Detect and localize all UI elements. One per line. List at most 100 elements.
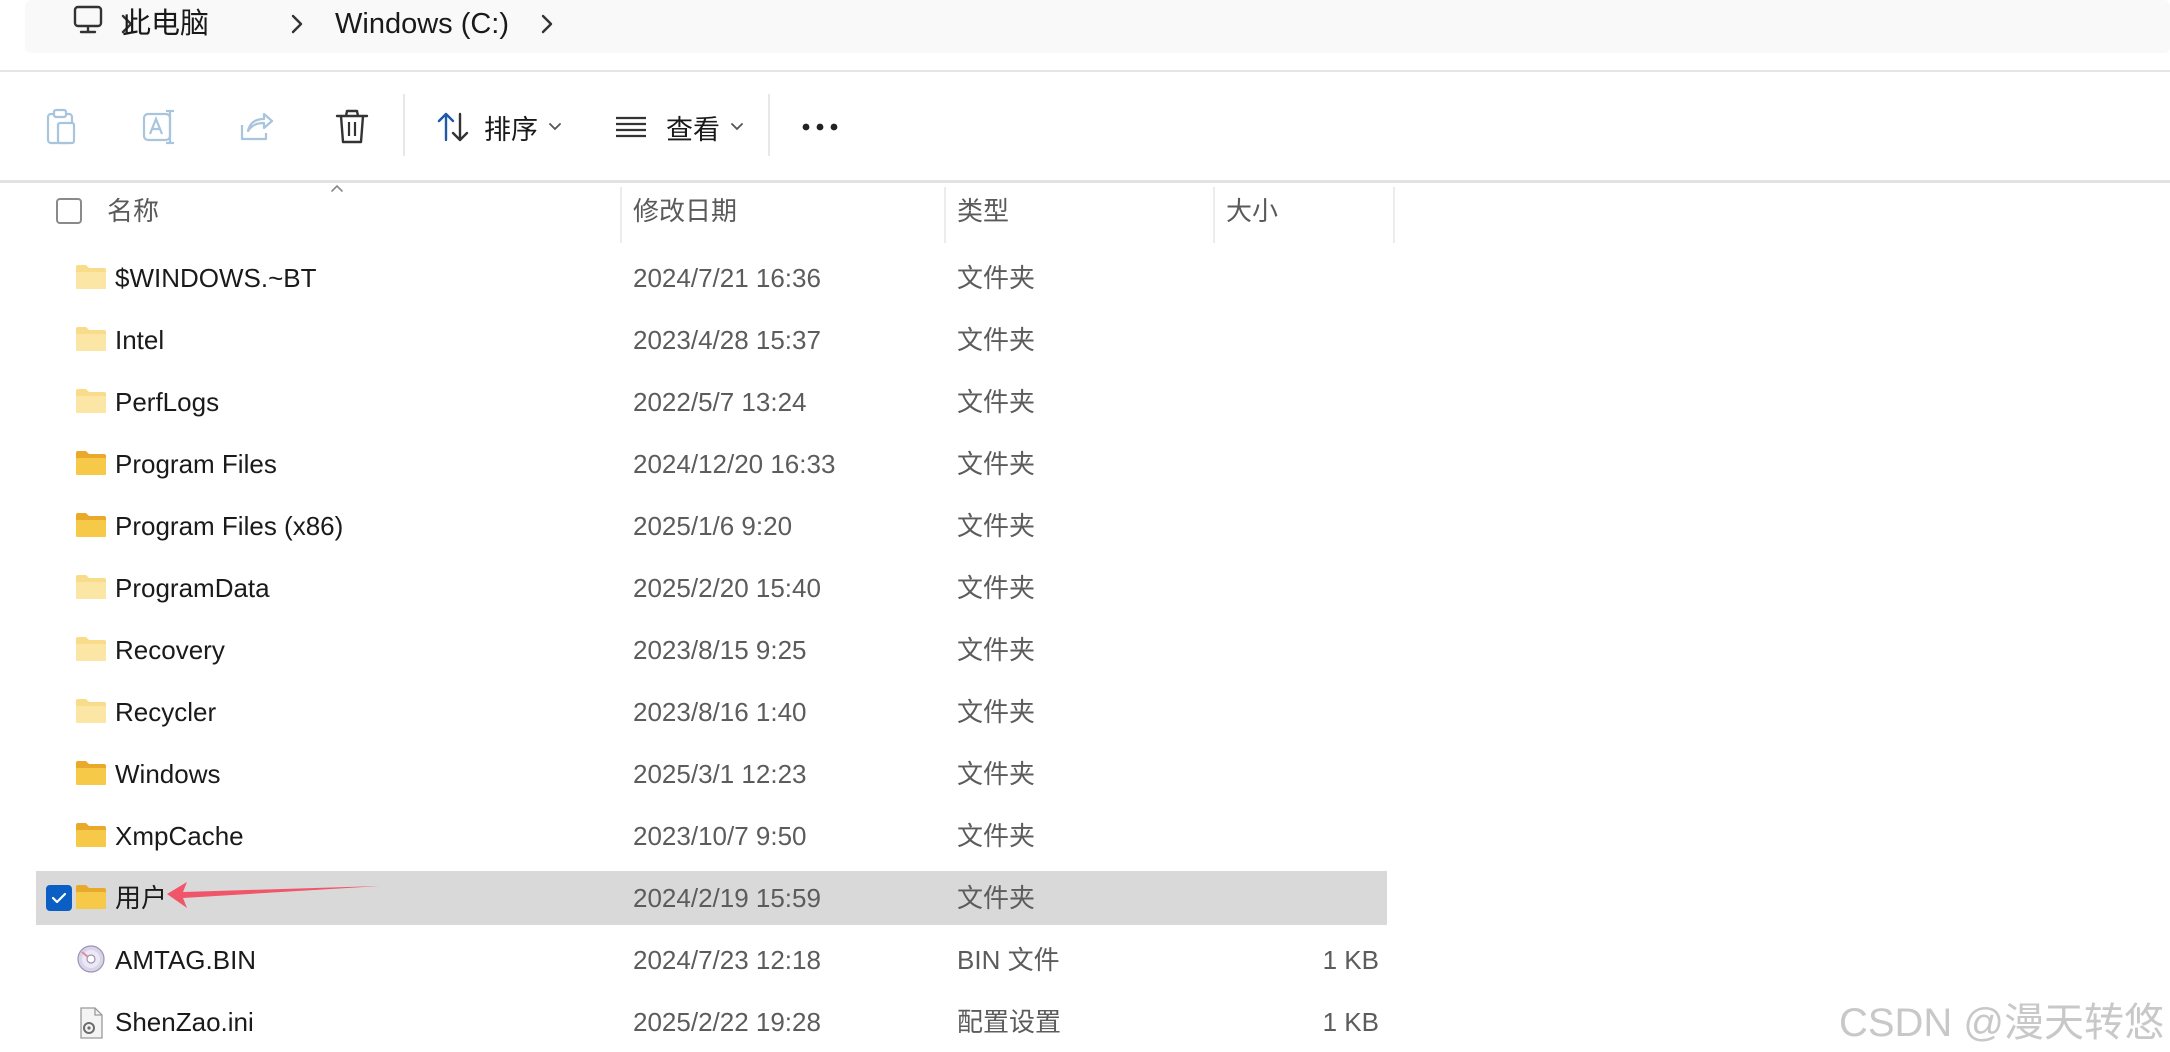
computer-icon[interactable] [70,3,110,39]
file-row[interactable]: Windows 2025/3/1 12:23 文件夹 [36,747,1387,801]
folder-pale-icon [75,387,107,415]
column-header-row: 名称 修改日期 类型 大小 [0,183,2170,243]
file-modified: 2023/10/7 9:50 [633,821,807,851]
view-button[interactable]: 查看 [614,102,744,152]
file-name: Recycler [115,697,217,727]
file-type: 文件夹 [957,573,1036,603]
breadcrumb-item-this-pc[interactable]: 此电脑 [122,4,209,44]
file-row[interactable]: Intel 2023/4/28 15:37 文件夹 [36,313,1387,367]
file-name: XmpCache [115,821,244,851]
file-modified: 2024/2/19 15:59 [633,883,821,913]
file-name: Program Files (x86) [115,511,344,541]
file-type: 文件夹 [957,759,1036,789]
column-header-name[interactable]: 名称 [107,183,159,239]
sort-ascending-icon [331,184,343,192]
column-resize-handle[interactable] [944,187,946,243]
file-row[interactable]: ShenZao.ini 2025/2/22 19:28 配置设置 1 KB [36,995,1387,1049]
trash-icon [335,109,369,144]
file-modified: 2024/12/20 16:33 [633,449,836,479]
chevron-right-icon[interactable] [533,10,561,38]
file-explorer-window: 此电脑 Windows (C:) 排序 查看 名称 修改日期 类型 大小 $WI… [0,0,2170,1052]
watermark: CSDN @漫天转悠 [1838,1001,2164,1045]
file-name: Program Files [115,449,277,479]
folder-icon [75,883,107,911]
file-modified: 2025/3/1 12:23 [633,759,807,789]
file-type: 文件夹 [957,387,1036,417]
file-type: BIN 文件 [957,945,1060,975]
command-bar: 排序 查看 [0,72,2170,180]
breadcrumb[interactable]: 此电脑 Windows (C:) [25,0,2170,53]
file-modified: 2023/8/15 9:25 [633,635,807,665]
file-modified: 2023/8/16 1:40 [633,697,807,727]
folder-pale-icon [75,697,107,725]
copy-button[interactable] [44,102,80,152]
delete-button[interactable] [334,102,370,152]
share-icon [240,112,274,141]
file-row[interactable]: PerfLogs 2022/5/7 13:24 文件夹 [36,375,1387,429]
file-row[interactable]: ProgramData 2025/2/20 15:40 文件夹 [36,561,1387,615]
settings-file-icon [75,1007,107,1039]
file-name: Windows [115,759,221,789]
file-type: 文件夹 [957,325,1036,355]
file-modified: 2024/7/23 12:18 [633,945,821,975]
chevron-right-icon[interactable] [283,10,311,38]
file-name: $WINDOWS.~BT [115,263,317,293]
row-checkbox-checked[interactable] [46,885,72,911]
file-modified: 2023/4/28 15:37 [633,325,821,355]
file-type: 文件夹 [957,449,1036,479]
view-list-icon [616,116,646,138]
view-label: 查看 [666,114,720,145]
file-size: 1 KB [1322,945,1379,975]
folder-icon [75,759,107,787]
column-header-type[interactable]: 类型 [957,183,1009,239]
file-modified: 2025/1/6 9:20 [633,511,793,541]
file-modified: 2022/5/7 13:24 [633,387,807,417]
column-resize-handle[interactable] [1393,187,1395,243]
file-type: 文件夹 [957,697,1036,727]
file-row[interactable]: XmpCache 2023/10/7 9:50 文件夹 [36,809,1387,863]
more-icon [802,123,838,131]
file-name: Recovery [115,635,225,665]
rename-button[interactable] [140,102,180,152]
folder-icon [75,449,107,477]
file-type: 配置设置 [957,1007,1062,1037]
more-options-button[interactable] [800,102,840,152]
file-row[interactable]: $WINDOWS.~BT 2024/7/21 16:36 文件夹 [36,251,1387,305]
toolbar-divider [768,94,770,156]
file-type: 文件夹 [957,263,1036,293]
file-name: AMTAG.BIN [115,945,257,975]
folder-pale-icon [75,635,107,663]
file-row[interactable]: Recovery 2023/8/15 9:25 文件夹 [36,623,1387,677]
chevron-down-icon [549,123,561,131]
folder-pale-icon [75,325,107,353]
column-header-size[interactable]: 大小 [1226,183,1278,239]
column-header-modified[interactable]: 修改日期 [633,183,737,239]
file-name: ShenZao.ini [115,1007,254,1037]
file-name: Intel [115,325,165,355]
breadcrumb-item-drive-c[interactable]: Windows (C:) [335,4,509,44]
annotation-arrow [167,882,380,908]
sort-label: 排序 [484,114,538,145]
share-button[interactable] [236,102,276,152]
file-type: 文件夹 [957,821,1036,851]
file-name: ProgramData [115,573,270,603]
column-resize-handle[interactable] [620,187,622,243]
select-all-checkbox[interactable] [56,198,82,224]
file-row[interactable]: AMTAG.BIN 2024/7/23 12:18 BIN 文件 1 KB [36,933,1387,987]
file-modified: 2024/7/21 16:36 [633,263,821,293]
column-resize-handle[interactable] [1213,187,1215,243]
file-modified: 2025/2/22 19:28 [633,1007,821,1037]
file-row[interactable]: Recycler 2023/8/16 1:40 文件夹 [36,685,1387,739]
rename-icon [142,109,174,145]
checkmark-icon [51,892,67,904]
file-row[interactable]: Program Files 2024/12/20 16:33 文件夹 [36,437,1387,491]
folder-pale-icon [75,573,107,601]
folder-icon [75,821,107,849]
sort-button[interactable]: 排序 [436,102,562,152]
chevron-down-icon [731,123,743,131]
file-name: 用户 [115,883,168,913]
sort-icon [437,112,469,142]
folder-pale-icon [75,263,107,291]
file-row[interactable]: Program Files (x86) 2025/1/6 9:20 文件夹 [36,499,1387,553]
file-type: 文件夹 [957,635,1036,665]
